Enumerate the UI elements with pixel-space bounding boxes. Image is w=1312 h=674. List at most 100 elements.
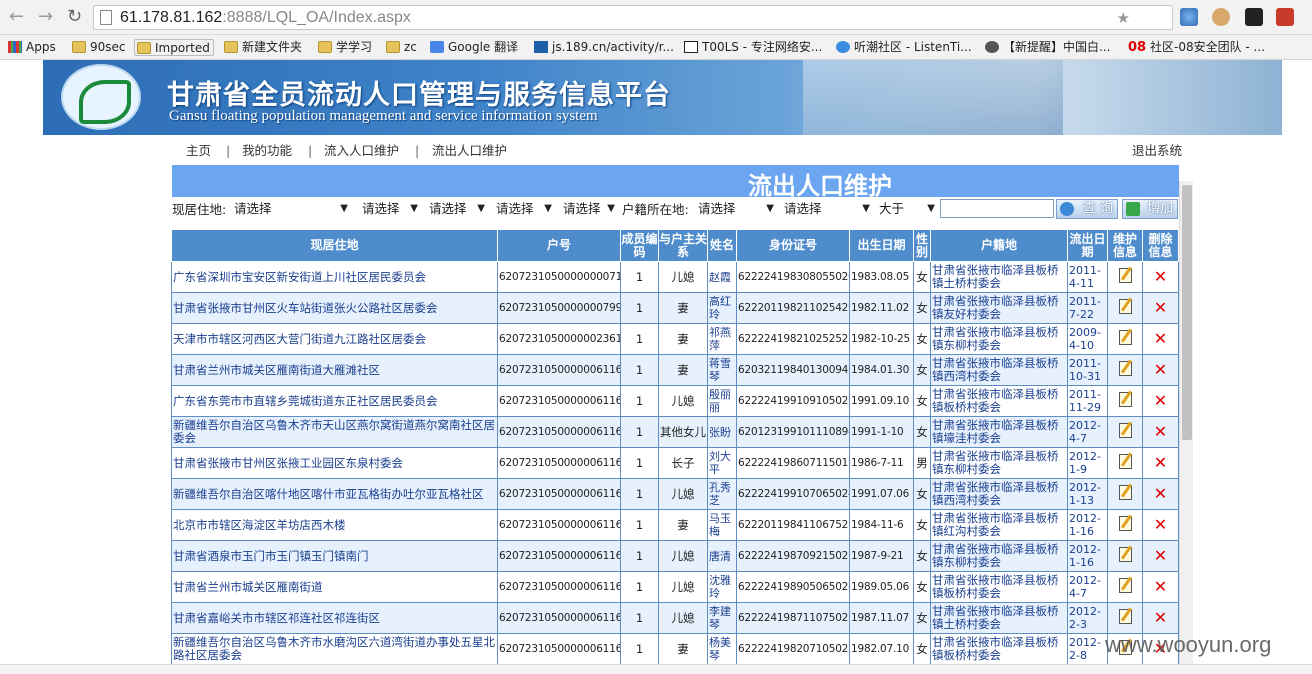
page-title: 流出人口维护 (748, 172, 892, 200)
table-cell: 2012-4-7 (1067, 571, 1108, 603)
globe-extension-icon[interactable] (1180, 8, 1198, 26)
edit-cell[interactable] (1107, 602, 1143, 634)
edit-cell[interactable] (1107, 447, 1143, 479)
bookmark-link[interactable]: 听潮社区 - ListenTi... (834, 39, 972, 56)
edit-icon[interactable] (1118, 609, 1132, 624)
add-button[interactable]: 增加 (1122, 199, 1178, 219)
residence-village-select[interactable]: 请选择 ▼ (563, 200, 615, 218)
query-button[interactable]: 查 询 (1056, 199, 1118, 219)
huji-select[interactable]: 请选择 ▼ (698, 200, 774, 218)
back-icon[interactable]: ← (9, 8, 24, 26)
delete-icon[interactable]: ✕ (1154, 484, 1167, 503)
table-cell: 1986-7-11 (849, 447, 914, 479)
edit-icon[interactable] (1118, 392, 1132, 407)
edit-cell[interactable] (1107, 478, 1143, 510)
residence-county-select[interactable]: 请选择 ▼ (429, 200, 485, 218)
edit-icon[interactable] (1118, 485, 1132, 500)
reload-icon[interactable]: ↻ (67, 8, 82, 26)
edit-cell[interactable] (1107, 292, 1143, 324)
bookmark-folder[interactable]: 90sec (70, 39, 126, 56)
delete-icon[interactable]: ✕ (1154, 546, 1167, 565)
search-input[interactable] (940, 199, 1054, 218)
edit-icon[interactable] (1118, 330, 1132, 345)
edit-cell[interactable] (1107, 509, 1143, 541)
edit-icon[interactable] (1118, 361, 1132, 376)
delete-cell[interactable]: ✕ (1142, 571, 1179, 603)
scrollbar-thumb[interactable] (1182, 185, 1192, 440)
delete-cell[interactable]: ✕ (1142, 509, 1179, 541)
edit-cell[interactable] (1107, 571, 1143, 603)
delete-cell[interactable]: ✕ (1142, 416, 1179, 448)
edit-icon[interactable] (1118, 547, 1132, 562)
forward-icon[interactable]: → (38, 8, 53, 26)
menu-inflow[interactable]: 流入人口维护 (324, 142, 399, 160)
edit-icon[interactable] (1118, 454, 1132, 469)
edit-cell[interactable] (1107, 416, 1143, 448)
delete-icon[interactable]: ✕ (1154, 298, 1167, 317)
delete-icon[interactable]: ✕ (1154, 453, 1167, 472)
delete-icon[interactable]: ✕ (1154, 515, 1167, 534)
table-cell: 2011-11-29 (1067, 385, 1108, 417)
table-cell: 622224198207105025 (736, 633, 850, 665)
delete-icon[interactable]: ✕ (1154, 360, 1167, 379)
bookmark-link[interactable]: 08 社区-08安全团队 - ... (1128, 39, 1265, 56)
delete-icon[interactable]: ✕ (1154, 329, 1167, 348)
delete-icon[interactable]: ✕ (1154, 577, 1167, 596)
bookmark-folder[interactable]: 新建文件夹 (222, 39, 302, 56)
delete-cell[interactable]: ✕ (1142, 385, 1179, 417)
extension-icon[interactable] (1245, 8, 1263, 26)
bookmark-folder[interactable]: Imported (134, 39, 214, 56)
menu-outflow[interactable]: 流出人口维护 (432, 142, 507, 160)
edit-icon[interactable] (1118, 423, 1132, 438)
delete-cell[interactable]: ✕ (1142, 478, 1179, 510)
delete-cell[interactable]: ✕ (1142, 540, 1179, 572)
edit-cell[interactable] (1107, 385, 1143, 417)
bookmark-link[interactable]: 【新提醒】中国白... (983, 39, 1110, 56)
table-cell: 儿媳 (658, 540, 708, 572)
banner-title-en: Gansu floating population management and… (169, 108, 598, 124)
star-icon[interactable]: ★ (1117, 9, 1130, 27)
bookmark-translate[interactable]: Google 翻译 (428, 39, 518, 56)
column-header: 姓名 (707, 229, 737, 262)
delete-cell[interactable]: ✕ (1142, 261, 1179, 293)
delete-cell[interactable]: ✕ (1142, 292, 1179, 324)
menu-logout[interactable]: 退出系统 (1132, 142, 1182, 160)
table-cell: 622224198607115011 (736, 447, 850, 479)
edit-cell[interactable] (1107, 323, 1143, 355)
edit-icon[interactable] (1118, 516, 1132, 531)
delete-icon[interactable]: ✕ (1154, 608, 1167, 627)
field-select[interactable]: 请选择 ▼ (784, 200, 870, 218)
delete-icon[interactable]: ✕ (1154, 422, 1167, 441)
edit-icon[interactable] (1118, 578, 1132, 593)
menu-my-functions[interactable]: 我的功能 (242, 142, 292, 160)
menu-home[interactable]: 主页 (186, 142, 211, 160)
residence-city-select[interactable]: 请选择 ▼ (362, 200, 418, 218)
bookmark-folder[interactable]: 学学习 (316, 39, 372, 56)
delete-cell[interactable]: ✕ (1142, 354, 1179, 386)
edit-icon[interactable] (1118, 268, 1132, 283)
table-cell: 2012-1-9 (1067, 447, 1108, 479)
edit-cell[interactable] (1107, 354, 1143, 386)
edit-cell[interactable] (1107, 261, 1143, 293)
delete-cell[interactable]: ✕ (1142, 602, 1179, 634)
delete-icon[interactable]: ✕ (1154, 391, 1167, 410)
table-cell: 620723105000000007165 (497, 261, 621, 293)
bookmark-link[interactable]: T00LS - 专注网络安... (682, 39, 822, 56)
bookmark-folder[interactable]: zc (384, 39, 417, 56)
cookie-extension-icon[interactable] (1212, 8, 1230, 26)
edit-cell[interactable] (1107, 540, 1143, 572)
bookmark-link[interactable]: js.189.cn/activity/r... (532, 39, 674, 56)
residence-town-select[interactable]: 请选择 ▼ (496, 200, 552, 218)
table-cell: 张盼 (707, 416, 737, 448)
residence-province-select[interactable]: 请选择 ▼ (234, 200, 348, 218)
vertical-scrollbar[interactable] (1179, 181, 1193, 674)
edit-icon[interactable] (1118, 299, 1132, 314)
delete-icon[interactable]: ✕ (1154, 267, 1167, 286)
bookmark-apps[interactable]: Apps (6, 39, 56, 56)
extension-icon[interactable] (1276, 8, 1294, 26)
compare-select[interactable]: 大于 ▼ (879, 200, 935, 218)
delete-cell[interactable]: ✕ (1142, 447, 1179, 479)
delete-cell[interactable]: ✕ (1142, 323, 1179, 355)
horizontal-scrollbar[interactable] (0, 664, 1312, 674)
address-bar[interactable]: 61.178.81.162:8888/LQL_OA/Index.aspx ★ (93, 5, 1173, 30)
